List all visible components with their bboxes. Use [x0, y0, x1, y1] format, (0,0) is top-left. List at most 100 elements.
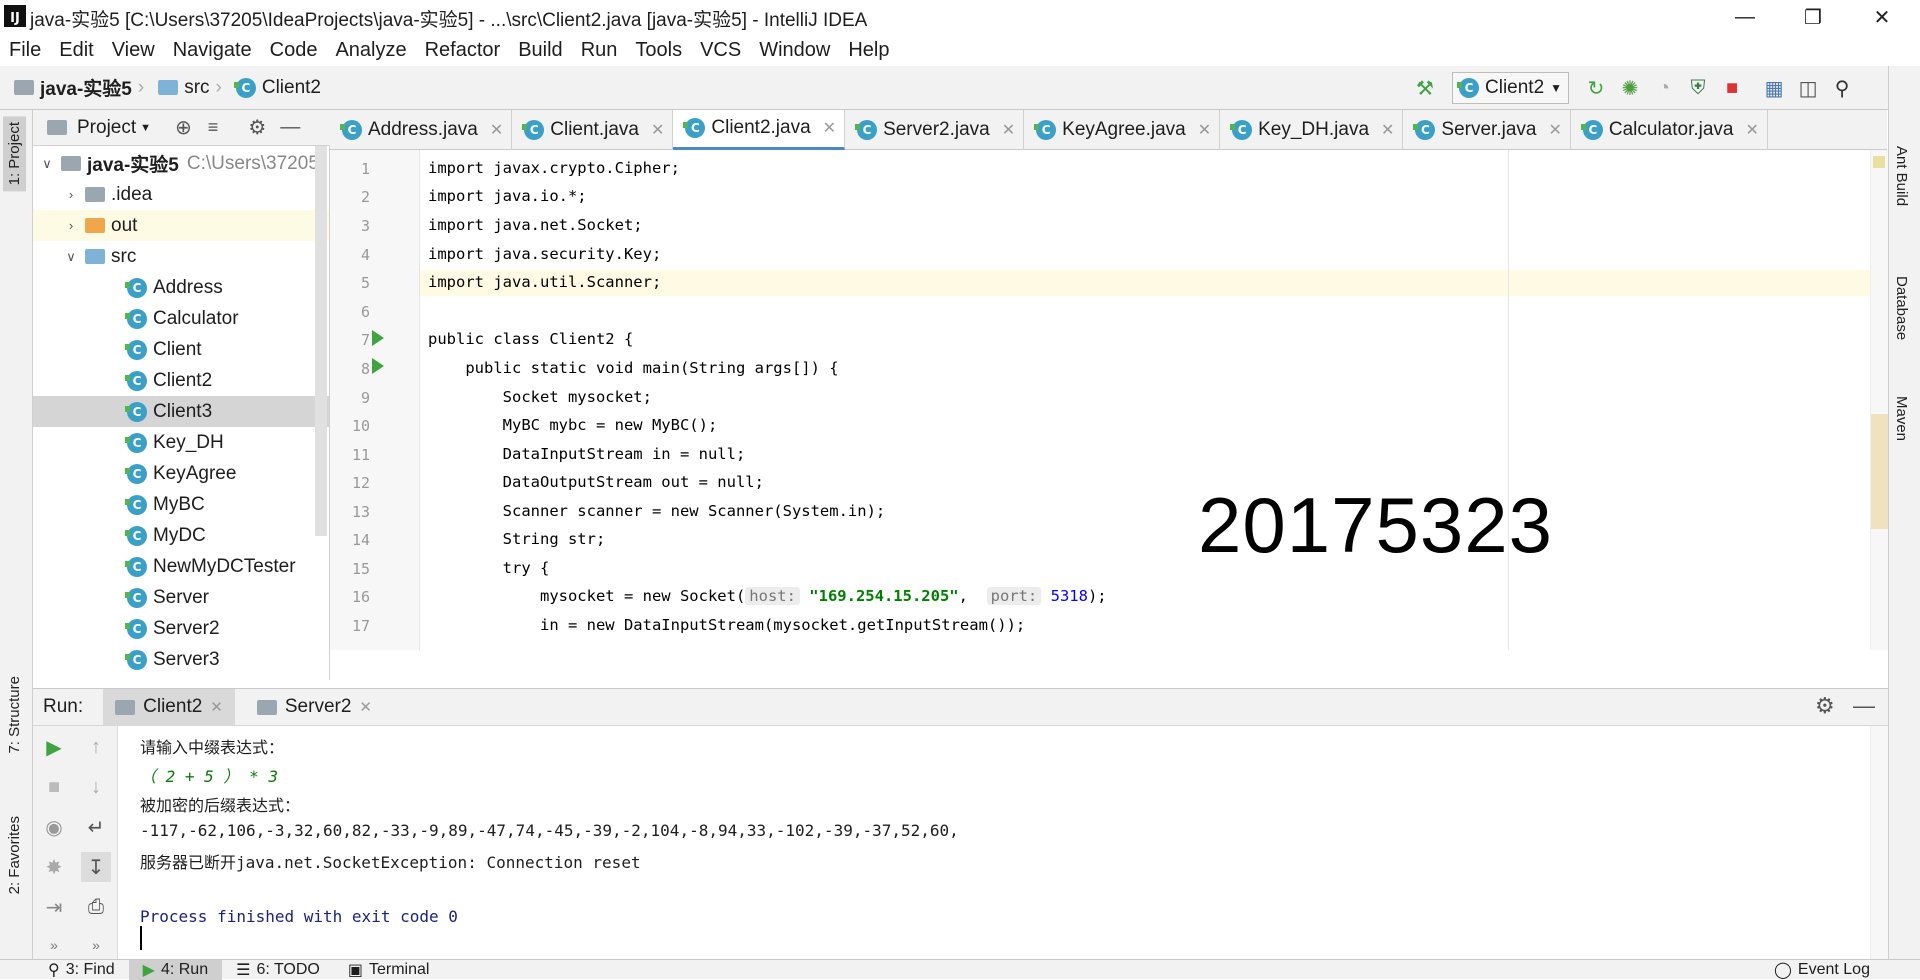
menu-window[interactable]: Window — [750, 34, 839, 66]
event-log-button[interactable]: ◯ Event Log — [1760, 960, 1884, 980]
close-icon[interactable]: ✕ — [1548, 120, 1561, 140]
minimize-icon[interactable]: — — [1716, 0, 1774, 34]
tool-todo-tab[interactable]: ☰ 6: TODO — [222, 960, 334, 980]
tool-find-tab[interactable]: ⚲ 3: Find — [34, 960, 129, 980]
close-icon[interactable]: ✕ — [1002, 120, 1015, 140]
tree-scrollbar[interactable] — [315, 146, 327, 536]
breadcrumb-project[interactable]: java-实验5 › — [14, 74, 144, 101]
debug-bug-icon[interactable]: ✺ — [1615, 73, 1645, 103]
profile-icon[interactable]: ⛨ — [1683, 73, 1713, 103]
tree-class-item[interactable]: C Key_DH — [33, 427, 329, 458]
tree-folder-src[interactable]: ∨ src — [33, 241, 329, 272]
tool-favorites-tab[interactable]: 2: Favorites — [3, 810, 26, 900]
project-view-select[interactable]: Project — [77, 117, 136, 139]
tool-project-tab[interactable]: 1: Project — [3, 116, 26, 192]
stop-icon[interactable]: ■ — [1717, 73, 1747, 103]
tab-keyagree[interactable]: C KeyAgree.java ✕ — [1024, 109, 1221, 150]
breadcrumb-src[interactable]: src › — [158, 77, 222, 99]
menu-file[interactable]: File — [0, 34, 50, 66]
tool-run-tab[interactable]: ▶ 4: Run — [128, 959, 223, 980]
run-config-select[interactable]: C Client2 ▼ — [1452, 72, 1570, 104]
close-icon[interactable]: ✕ — [1746, 120, 1759, 140]
camera-icon[interactable]: ◉ — [39, 812, 69, 842]
tree-class-item[interactable]: C Calculator — [33, 303, 329, 334]
tree-class-item[interactable]: C Server2 — [33, 613, 329, 644]
tool-terminal-tab[interactable]: ▣ Terminal — [334, 960, 444, 980]
tab-server2[interactable]: C Server2.java ✕ — [845, 109, 1025, 150]
close-icon[interactable]: ✕ — [1381, 120, 1394, 140]
tree-class-item[interactable]: C MyBC — [33, 489, 329, 520]
tab-client[interactable]: C Client.java ✕ — [512, 109, 674, 150]
editor-scrollbar[interactable] — [1870, 150, 1889, 650]
close-icon[interactable]: ✕ — [359, 698, 372, 716]
locate-target-icon[interactable]: ⊕ — [175, 115, 192, 140]
layout-icon[interactable]: ◫ — [1793, 73, 1823, 103]
tab-server[interactable]: C Server.java ✕ — [1403, 109, 1571, 150]
settings-icon[interactable]: ✸ — [39, 852, 69, 882]
up-arrow-icon[interactable]: ↑ — [81, 732, 111, 762]
build-hammer-icon[interactable]: ⚒ — [1410, 73, 1440, 103]
collapse-all-icon[interactable]: ≡ — [208, 117, 219, 138]
tree-root[interactable]: ∨ java-实验5 C:\Users\37205\ — [33, 148, 329, 179]
search-icon[interactable]: ⚲ — [1827, 73, 1857, 103]
tree-folder-idea[interactable]: › .idea — [33, 179, 329, 210]
gear-icon[interactable]: ⚙ — [1815, 693, 1835, 719]
code-editor[interactable]: import javax.crypto.Cipher; import java.… — [420, 150, 1870, 650]
close-icon[interactable]: ✕ — [1853, 0, 1911, 34]
tree-class-item[interactable]: C Address — [33, 272, 329, 303]
restore-icon[interactable]: ❐ — [1784, 0, 1842, 34]
hide-panel-icon[interactable]: — — [280, 116, 300, 139]
down-arrow-icon[interactable]: ↓ — [81, 772, 111, 802]
tree-class-item[interactable]: C Client2 — [33, 365, 329, 396]
scroll-thumb[interactable] — [1871, 414, 1889, 529]
tab-calculator[interactable]: C Calculator.java ✕ — [1571, 109, 1768, 150]
tree-class-item[interactable]: C Client — [33, 334, 329, 365]
more-icon[interactable]: » — [39, 930, 69, 960]
tool-database-tab[interactable]: Database — [1893, 276, 1910, 340]
chevron-down-icon[interactable]: ▼ — [140, 122, 151, 134]
run-gutter-icon[interactable] — [372, 358, 384, 374]
close-icon[interactable]: ✕ — [210, 698, 223, 716]
tool-maven-tab[interactable]: Maven — [1893, 396, 1910, 441]
hide-panel-icon[interactable]: — — [1853, 693, 1875, 719]
run-tab-server2[interactable]: Server2 ✕ — [245, 689, 384, 725]
gear-icon[interactable]: ⚙ — [248, 115, 266, 140]
rerun-icon[interactable]: ▶ — [39, 732, 69, 762]
menu-build[interactable]: Build — [509, 34, 571, 66]
tree-class-item[interactable]: C NewMyDCTester — [33, 551, 329, 582]
stop-icon[interactable]: ■ — [39, 772, 69, 802]
console-output[interactable]: 请输入中缀表达式： （ 2 + 5 ） * 3 被加密的后缀表达式： -117,… — [118, 726, 1870, 959]
tab-client2[interactable]: C Client2.java ✕ — [673, 109, 846, 150]
tree-class-item[interactable]: C KeyAgree — [33, 458, 329, 489]
tool-ant-build-tab[interactable]: Ant Build — [1893, 146, 1910, 206]
tab-key-dh[interactable]: C Key_DH.java ✕ — [1220, 109, 1404, 150]
coverage-icon[interactable]: ◔ — [1649, 73, 1679, 103]
menu-edit[interactable]: Edit — [50, 34, 102, 66]
menu-view[interactable]: View — [103, 34, 164, 66]
console-scrollbar[interactable] — [1870, 726, 1888, 959]
menu-vcs[interactable]: VCS — [691, 34, 750, 66]
print-icon[interactable]: ⎙ — [81, 892, 111, 922]
tool-structure-tab[interactable]: 7: Structure — [3, 670, 26, 760]
close-icon[interactable]: ✕ — [1198, 120, 1211, 140]
menu-refactor[interactable]: Refactor — [416, 34, 510, 66]
scroll-to-end-icon[interactable]: ↧ — [81, 852, 111, 882]
menu-help[interactable]: Help — [839, 34, 898, 66]
menu-code[interactable]: Code — [261, 34, 327, 66]
run-gutter-icon[interactable] — [372, 330, 384, 346]
tree-class-item[interactable]: C Server — [33, 582, 329, 613]
close-icon[interactable]: ✕ — [823, 118, 836, 138]
close-icon[interactable]: ✕ — [490, 120, 503, 140]
menu-run[interactable]: Run — [572, 34, 627, 66]
project-structure-icon[interactable]: ▦ — [1759, 73, 1789, 103]
tab-address[interactable]: C Address.java ✕ — [330, 109, 513, 150]
close-icon[interactable]: ✕ — [651, 120, 664, 140]
menu-navigate[interactable]: Navigate — [164, 34, 261, 66]
more-icon[interactable]: » — [81, 930, 111, 960]
run-tab-client2[interactable]: Client2 ✕ — [103, 689, 235, 725]
tree-folder-out[interactable]: › out — [33, 210, 329, 241]
tree-class-item[interactable]: C MyDC — [33, 520, 329, 551]
breadcrumb-file[interactable]: C Client2 — [233, 77, 321, 99]
menu-tools[interactable]: Tools — [626, 34, 691, 66]
inspection-status-icon[interactable] — [1873, 156, 1885, 168]
